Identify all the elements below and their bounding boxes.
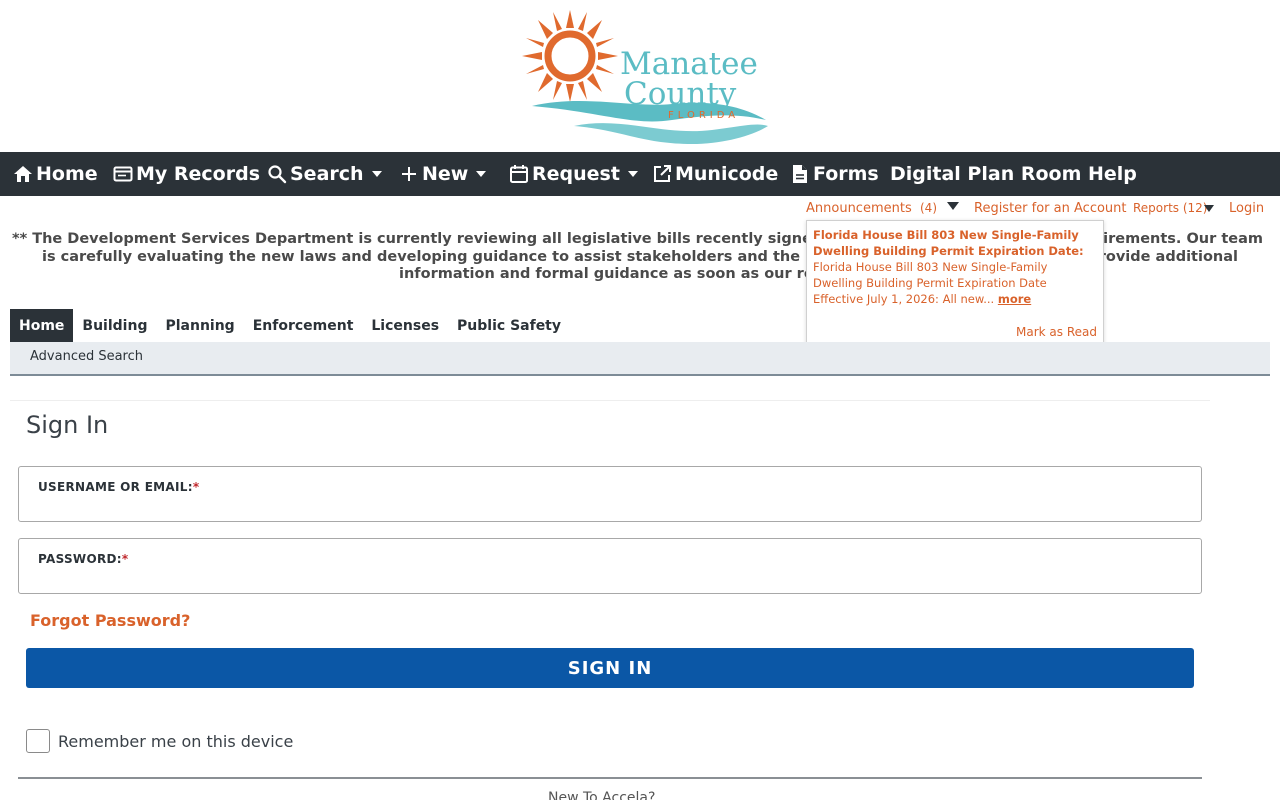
sign-in-heading: Sign In <box>26 411 109 439</box>
svg-text:FLORIDA: FLORIDA <box>668 110 739 121</box>
remember-me-checkbox[interactable] <box>26 729 50 753</box>
chevron-down-icon <box>627 171 638 177</box>
nav-municode-label: Municode <box>675 163 779 185</box>
tab-planning[interactable]: Planning <box>156 309 243 342</box>
sun-icon <box>522 10 618 102</box>
module-tabs: Home Building Planning Enforcement Licen… <box>10 309 570 348</box>
nav-new-label: New <box>422 163 469 185</box>
divider <box>18 777 1202 779</box>
records-card-icon <box>112 163 134 185</box>
username-input[interactable] <box>38 497 1178 517</box>
nav-search[interactable]: Search <box>266 152 382 196</box>
external-link-icon <box>651 163 673 185</box>
tab-public-safety[interactable]: Public Safety <box>448 309 570 342</box>
sign-in-button[interactable]: SIGN IN <box>26 648 1194 688</box>
chevron-down-icon[interactable] <box>1204 205 1214 212</box>
username-field[interactable]: USERNAME OR EMAIL:* <box>18 466 1202 522</box>
nav-forms-label: Forms <box>813 163 879 185</box>
nav-request-label: Request <box>532 163 620 185</box>
required-marker: * <box>121 552 129 566</box>
nav-new[interactable]: New <box>398 152 487 196</box>
chevron-down-icon <box>371 171 382 177</box>
nav-my-records[interactable]: My Records <box>112 152 260 196</box>
announcements-count[interactable]: (4) <box>920 201 937 215</box>
manatee-county-logo[interactable]: Manatee County FLORIDA <box>512 8 772 148</box>
nav-home[interactable]: Home <box>12 152 98 196</box>
announcement-title[interactable]: Florida House Bill 803 New Single-Family… <box>813 228 1084 258</box>
svg-text:County: County <box>624 76 737 112</box>
remember-me[interactable]: Remember me on this device <box>26 729 293 753</box>
announcement-more-link[interactable]: more <box>998 292 1031 306</box>
password-input[interactable] <box>38 569 1178 589</box>
main-nav: Home My Records Search New Request Munic… <box>0 152 1280 196</box>
tab-building[interactable]: Building <box>73 309 156 342</box>
divider <box>10 400 1210 401</box>
document-icon <box>789 163 811 185</box>
announcement-text: Florida House Bill 803 New Single-Family… <box>813 227 1097 307</box>
register-account-link[interactable]: Register for an Account <box>974 201 1127 216</box>
home-icon <box>12 163 34 185</box>
nav-forms[interactable]: Forms <box>789 152 879 196</box>
password-field[interactable]: PASSWORD:* <box>18 538 1202 594</box>
tab-enforcement[interactable]: Enforcement <box>244 309 363 342</box>
remember-me-label[interactable]: Remember me on this device <box>58 732 293 751</box>
announcement-popup: Florida House Bill 803 New Single-Family… <box>806 220 1104 353</box>
password-label: PASSWORD:* <box>38 552 129 566</box>
plus-icon <box>398 163 420 185</box>
calendar-icon <box>508 163 530 185</box>
nav-my-records-label: My Records <box>136 163 261 185</box>
search-icon <box>266 163 288 185</box>
new-user-text: New To Accela? <box>548 790 656 800</box>
required-marker: * <box>192 480 200 494</box>
username-label: USERNAME OR EMAIL:* <box>38 480 200 494</box>
tab-home[interactable]: Home <box>10 309 74 348</box>
nav-search-label: Search <box>290 163 364 185</box>
announcements-link[interactable]: Announcements <box>806 201 912 216</box>
mark-as-read-link[interactable]: Mark as Read <box>1016 324 1097 340</box>
nav-request[interactable]: Request <box>508 152 638 196</box>
reports-menu[interactable]: Reports (12) <box>1133 201 1207 215</box>
chevron-down-icon[interactable] <box>947 202 959 210</box>
login-link[interactable]: Login <box>1229 201 1264 216</box>
nav-home-label: Home <box>36 163 98 185</box>
nav-municode[interactable]: Municode <box>651 152 778 196</box>
subnav-bar: Advanced Search <box>10 342 1270 376</box>
tab-licenses[interactable]: Licenses <box>362 309 448 342</box>
chevron-down-icon <box>476 171 487 177</box>
advanced-search-link[interactable]: Advanced Search <box>30 349 143 364</box>
forgot-password-link[interactable]: Forgot Password? <box>30 611 190 630</box>
nav-digital-plan-room-help[interactable]: Digital Plan Room Help <box>890 152 1137 196</box>
